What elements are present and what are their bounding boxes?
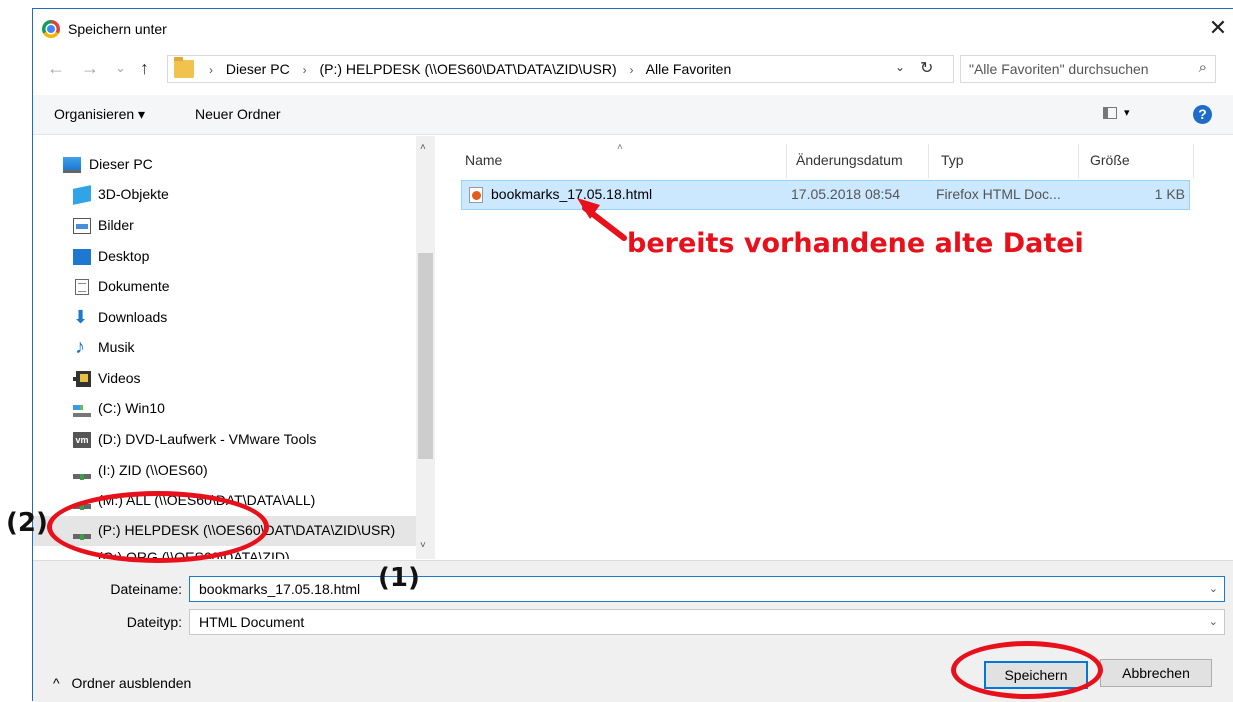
- annotation-marker-1: (1): [378, 563, 420, 593]
- annotation-arrow: [577, 198, 627, 241]
- annotation-ellipse-save: [951, 641, 1103, 699]
- annotation-marker-2: (2): [6, 508, 48, 538]
- existing-file-annotation: bereits vorhandene alte Datei: [627, 228, 1084, 259]
- annotation-ellipse-drive: [47, 491, 269, 563]
